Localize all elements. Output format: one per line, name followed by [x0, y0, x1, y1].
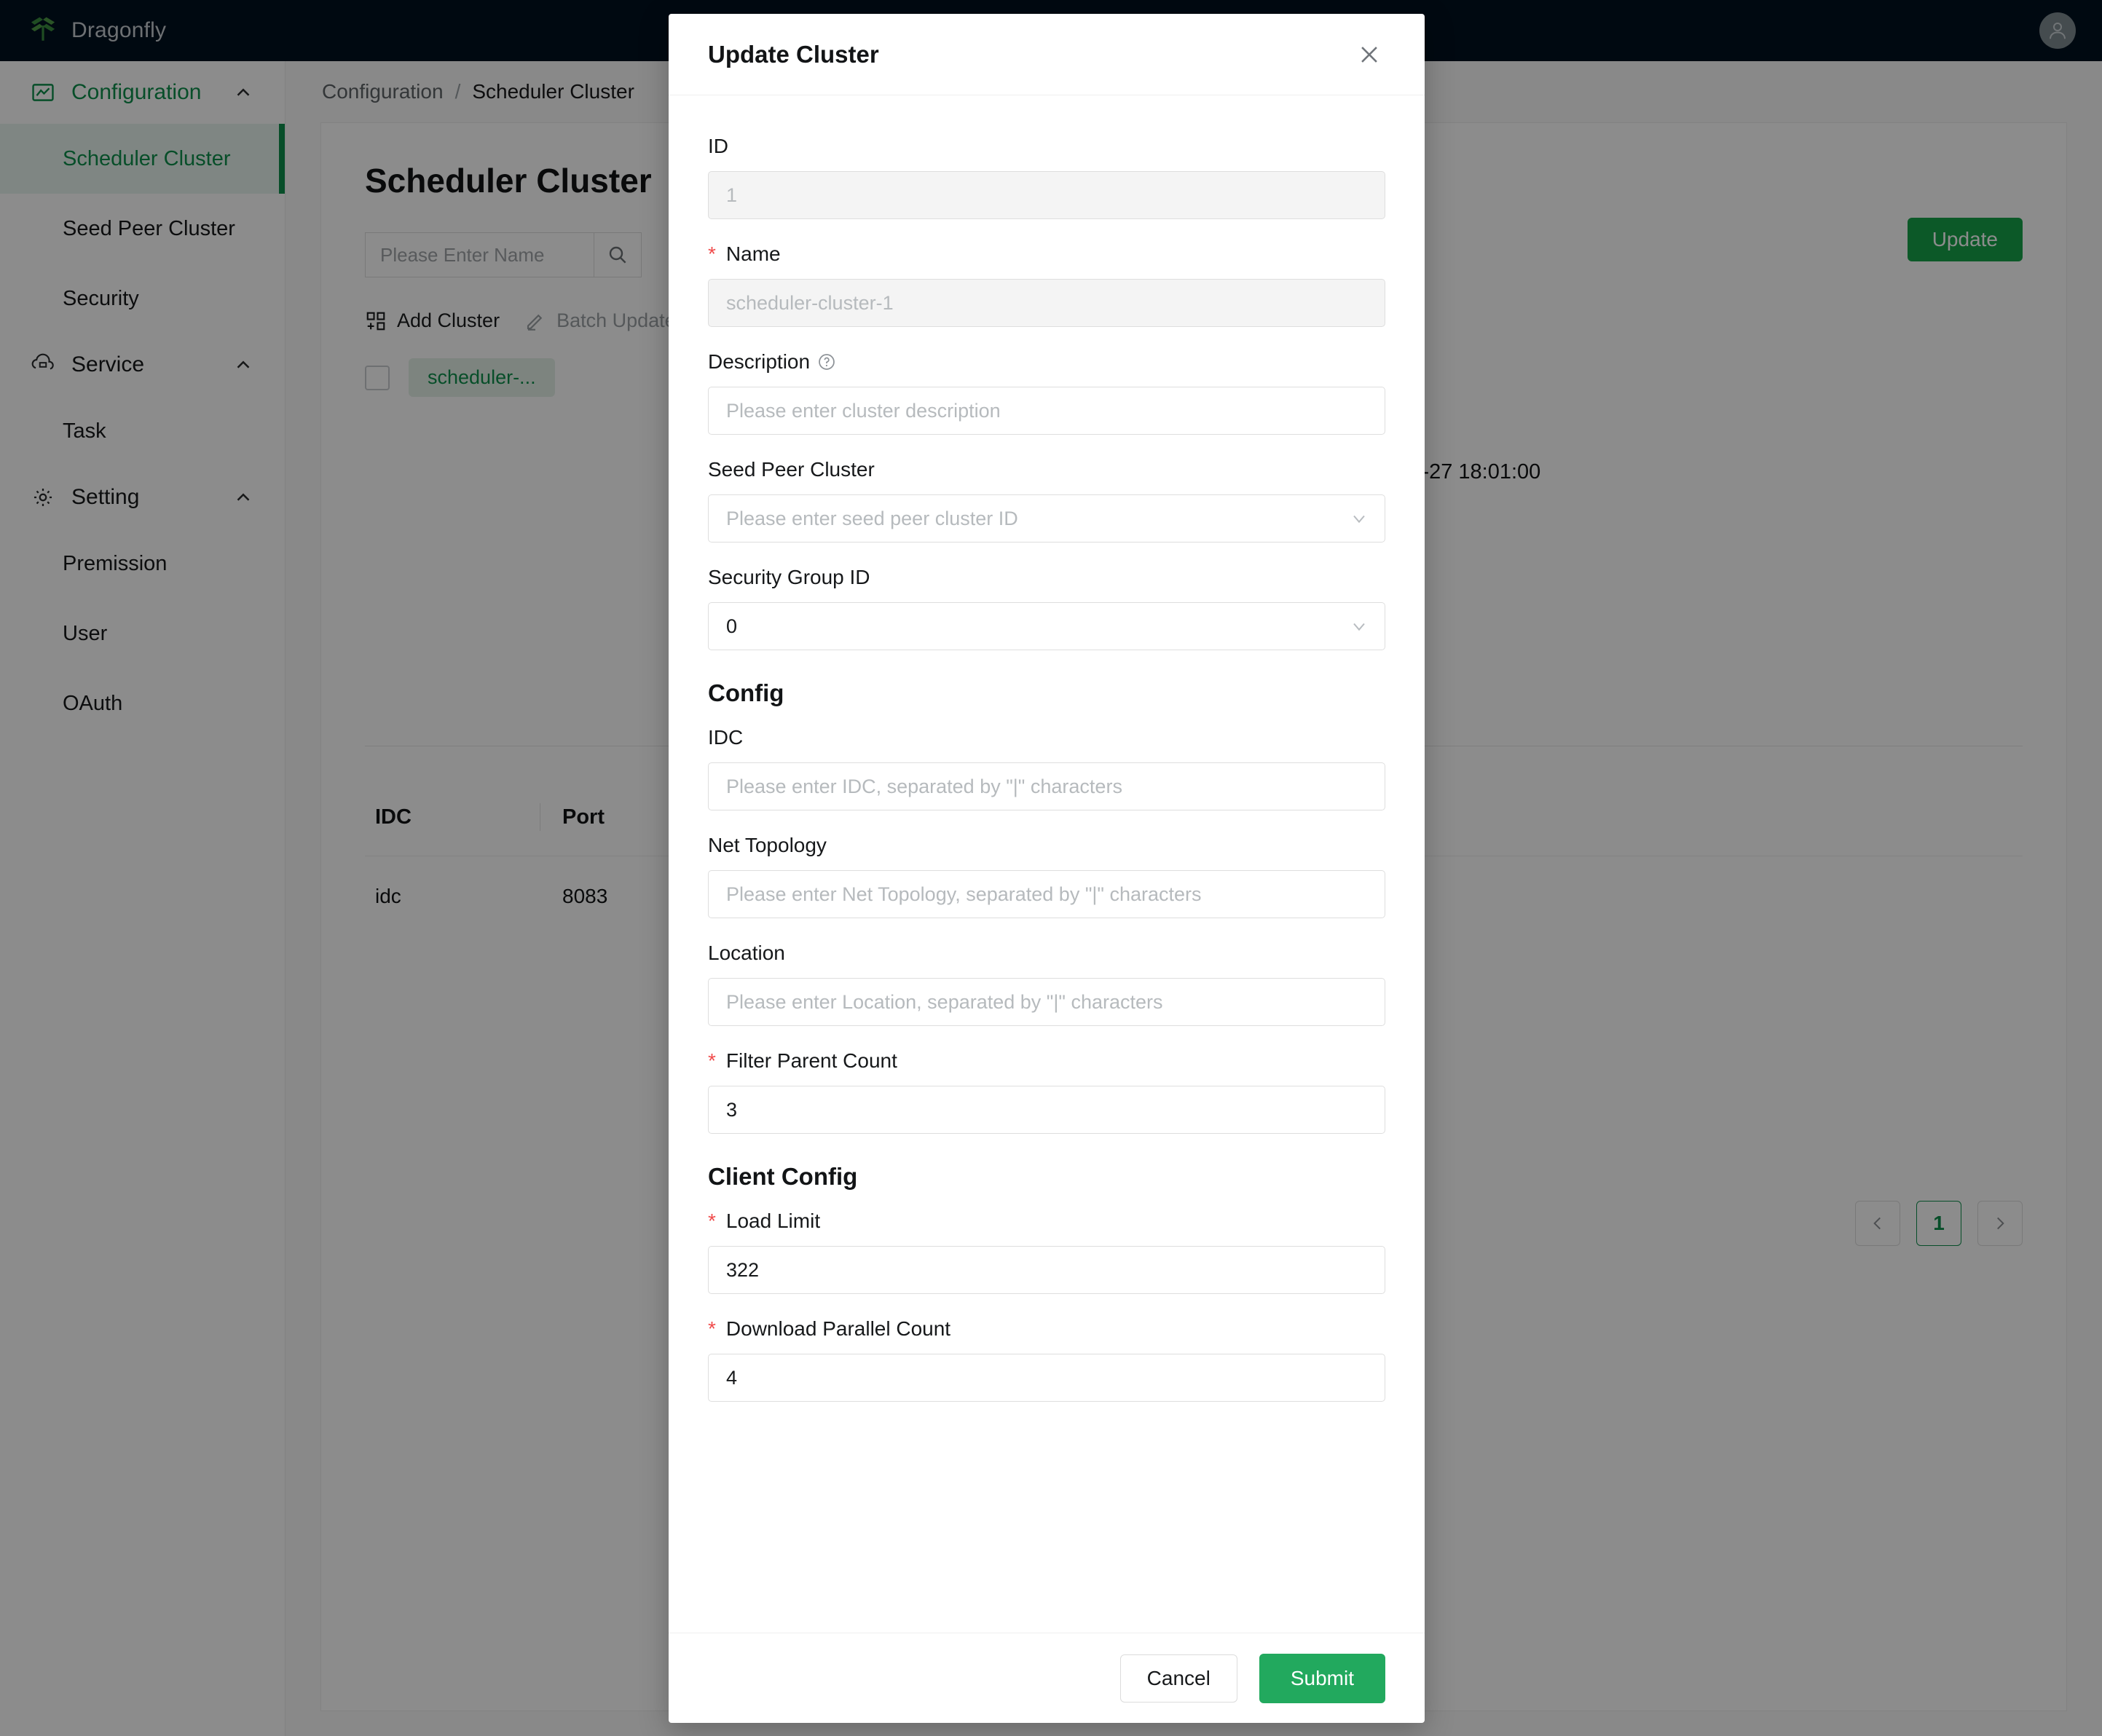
label-text: Location	[708, 942, 785, 964]
field-seed-peer-cluster: Seed Peer Cluster	[708, 458, 1385, 542]
label-text: Download Parallel Count	[725, 1317, 951, 1340]
label-text: IDC	[708, 726, 744, 749]
required-asterisk: *	[708, 1049, 716, 1072]
seed-peer-cluster-select[interactable]	[708, 494, 1385, 542]
field-net-topology: Net Topology	[708, 834, 1385, 918]
label-text: Description	[708, 350, 811, 373]
field-id: ID	[708, 135, 1385, 219]
question-circle-icon[interactable]	[817, 352, 836, 371]
label-text: Load Limit	[725, 1210, 821, 1232]
config-section-title: Config	[708, 679, 784, 706]
field-label-name: * Name	[708, 242, 1385, 266]
required-asterisk: *	[708, 1210, 716, 1232]
id-input	[708, 171, 1385, 219]
field-label-load-limit: * Load Limit	[708, 1210, 1385, 1233]
load-limit-input[interactable]	[708, 1246, 1385, 1294]
required-asterisk: *	[708, 242, 716, 265]
name-input	[708, 279, 1385, 327]
modal-footer: Cancel Submit	[669, 1633, 1425, 1723]
client-config-section-title: Client Config	[708, 1163, 858, 1190]
cancel-button[interactable]: Cancel	[1119, 1654, 1237, 1703]
field-label-download-parallel-count: * Download Parallel Count	[708, 1317, 1385, 1341]
download-parallel-count-input[interactable]	[708, 1354, 1385, 1402]
field-filter-parent-count: * Filter Parent Count	[708, 1049, 1385, 1134]
modal-header: Update Cluster	[669, 14, 1425, 95]
field-location: Location	[708, 942, 1385, 1026]
label-text: Security Group ID	[708, 566, 870, 588]
field-label-security-group-id: Security Group ID	[708, 566, 1385, 589]
field-name: * Name	[708, 242, 1385, 327]
field-label-net-topology: Net Topology	[708, 834, 1385, 857]
field-label-location: Location	[708, 942, 1385, 965]
close-icon	[1361, 46, 1377, 63]
close-button[interactable]	[1353, 39, 1385, 71]
filter-parent-count-input[interactable]	[708, 1086, 1385, 1134]
label-text: Net Topology	[708, 834, 827, 856]
submit-button[interactable]: Submit	[1259, 1653, 1385, 1703]
field-label-idc: IDC	[708, 726, 1385, 749]
modal-title: Update Cluster	[708, 40, 879, 68]
label-text: ID	[708, 135, 728, 157]
field-security-group-id: Security Group ID	[708, 566, 1385, 650]
label-text: Name	[725, 242, 781, 265]
label-text: Seed Peer Cluster	[708, 458, 875, 481]
location-input[interactable]	[708, 978, 1385, 1026]
modal-body: ID * Name Description	[669, 95, 1425, 1633]
description-input[interactable]	[708, 387, 1385, 435]
seed-peer-cluster-input[interactable]	[708, 494, 1385, 542]
field-label-filter-parent-count: * Filter Parent Count	[708, 1049, 1385, 1073]
security-group-id-input[interactable]	[708, 602, 1385, 650]
field-label-id: ID	[708, 135, 1385, 158]
idc-input[interactable]	[708, 762, 1385, 810]
field-description: Description	[708, 350, 1385, 435]
field-load-limit: * Load Limit	[708, 1210, 1385, 1294]
field-label-seed-peer-cluster: Seed Peer Cluster	[708, 458, 1385, 481]
net-topology-input[interactable]	[708, 870, 1385, 918]
field-download-parallel-count: * Download Parallel Count	[708, 1317, 1385, 1402]
required-asterisk: *	[708, 1317, 716, 1340]
security-group-id-select[interactable]	[708, 602, 1385, 650]
label-text: Filter Parent Count	[725, 1049, 897, 1072]
update-cluster-modal: Update Cluster ID * Name De	[669, 14, 1425, 1723]
field-idc: IDC	[708, 726, 1385, 810]
field-label-description: Description	[708, 350, 1385, 374]
